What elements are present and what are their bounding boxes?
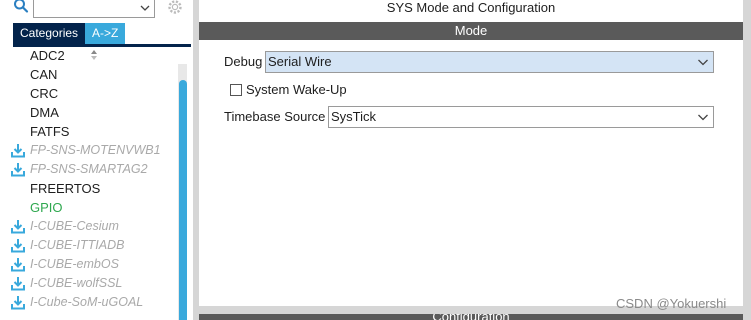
search-input[interactable]: [33, 0, 155, 18]
tree-item-label: CRC: [30, 86, 59, 101]
timebase-source-select[interactable]: SysTick: [328, 106, 714, 128]
tab-categories[interactable]: Categories: [13, 23, 86, 44]
tree-item-label: GPIO: [30, 200, 63, 215]
chevron-down-icon: [698, 59, 708, 66]
configuration-header-label: Configuration: [199, 314, 743, 320]
right-edge: [743, 0, 751, 320]
tree-item[interactable]: I-CUBE-wolfSSL: [0, 274, 178, 293]
mode-configuration-panel: SYS Mode and Configuration Mode Debug Se…: [199, 0, 743, 320]
debug-select-value: Serial Wire: [268, 52, 336, 72]
tree-item-label: CAN: [30, 67, 58, 82]
tree-item-label: FP-SNS-MOTENVWB1: [30, 143, 161, 157]
tree-item[interactable]: FP-SNS-SMARTAG2: [0, 160, 178, 179]
tree-item-label: I-CUBE-Cesium: [30, 219, 119, 233]
tree-item-label: FATFS: [30, 124, 70, 139]
chevron-down-icon: [140, 5, 150, 11]
tree-item[interactable]: I-CUBE-embOS: [0, 255, 178, 274]
tree-item-label: I-Cube-SoM-uGOAL: [30, 295, 144, 309]
system-wakeup-label: System Wake-Up: [246, 82, 347, 97]
download-icon: [11, 163, 25, 177]
search-icon[interactable]: [13, 0, 29, 14]
download-icon: [11, 239, 25, 253]
chevron-down-icon: [698, 114, 708, 121]
download-icon: [11, 258, 25, 272]
tree-item[interactable]: CAN: [0, 65, 178, 84]
tree-item[interactable]: FATFS: [0, 122, 178, 141]
gear-icon[interactable]: [166, 0, 184, 16]
tree-item-label: FREERTOS: [30, 181, 101, 196]
tree-item[interactable]: GPIO: [0, 198, 178, 217]
scrollbar-thumb[interactable]: [179, 80, 187, 320]
tree-item-label: I-CUBE-wolfSSL: [30, 276, 123, 290]
tree-item[interactable]: FREERTOS: [0, 179, 178, 198]
download-icon: [11, 144, 25, 158]
view-tabs: Categories A->Z: [13, 23, 126, 44]
tree-item-label: DMA: [30, 105, 59, 120]
tree-item[interactable]: ADC2: [0, 50, 178, 65]
download-icon: [11, 296, 25, 310]
page-title: SYS Mode and Configuration: [386, 0, 556, 15]
watermark: CSDN @Yokuershi: [616, 296, 727, 311]
component-list-panel: Categories A->Z ADC2 CAN CRC DMA FATFS FP-SNS…: [0, 0, 193, 320]
debug-label: Debug: [224, 54, 263, 69]
timebase-source-label: Timebase Source: [224, 109, 326, 124]
download-icon: [11, 277, 25, 291]
debug-select[interactable]: Serial Wire: [265, 51, 714, 73]
mode-header: Mode: [199, 22, 743, 40]
tab-a-z[interactable]: A->Z: [85, 23, 126, 44]
tree-item[interactable]: CRC: [0, 84, 178, 103]
tree-item-label: I-CUBE-ITTIADB: [30, 238, 125, 252]
component-tree: ADC2 CAN CRC DMA FATFS FP-SNS-MOTENVWB1 FP-SNS…: [0, 50, 178, 320]
tree-item-label: ADC2: [30, 50, 65, 63]
tree-item[interactable]: I-CUBE-Cesium: [0, 217, 178, 236]
tree-item[interactable]: DMA: [0, 103, 178, 122]
tree-item[interactable]: I-Cube-SoM-uGOAL: [0, 293, 178, 312]
timebase-source-value: SysTick: [331, 109, 377, 124]
tree-item-label: I-CUBE-embOS: [30, 257, 119, 271]
tab-underline: [13, 44, 191, 47]
tree-item-label: FP-SNS-SMARTAG2: [30, 162, 148, 176]
tree-item[interactable]: FP-SNS-MOTENVWB1: [0, 141, 178, 160]
search-row: [0, 0, 193, 20]
system-wakeup-checkbox[interactable]: [230, 84, 242, 96]
tree-item[interactable]: I-CUBE-ITTIADB: [0, 236, 178, 255]
download-icon: [11, 220, 25, 234]
configuration-header: Configuration: [199, 314, 743, 320]
